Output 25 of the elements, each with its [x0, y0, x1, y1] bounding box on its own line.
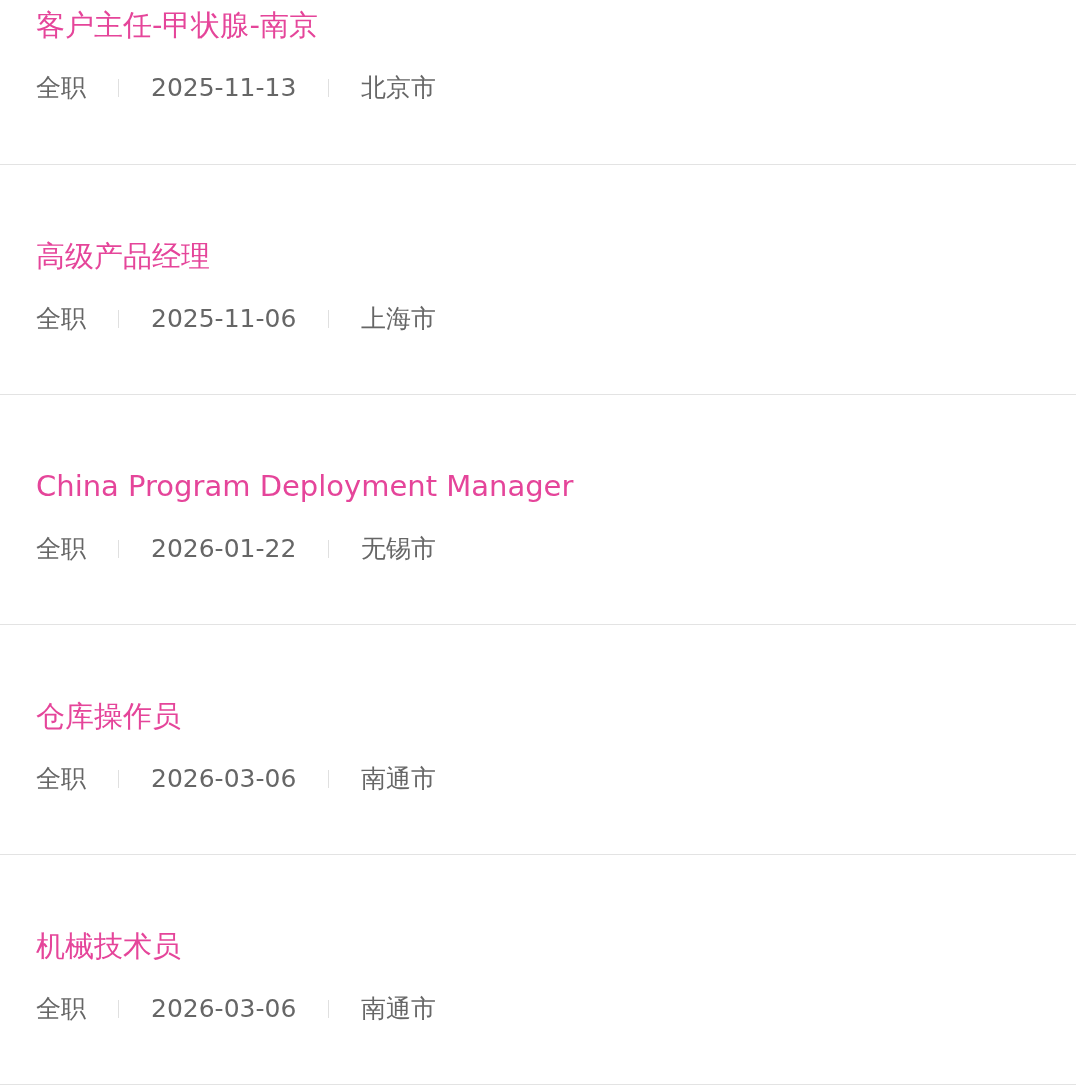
job-location: 南通市 [361, 763, 437, 795]
job-type: 全职 [36, 72, 86, 104]
post-date: 2026-03-06 [151, 763, 297, 795]
job-title-link[interactable]: China Program Deployment Manager [36, 467, 574, 505]
job-location: 南通市 [361, 993, 437, 1025]
job-type: 全职 [36, 303, 86, 335]
job-card[interactable]: 高级产品经理 全职 2025-11-06 上海市 [0, 165, 1076, 395]
job-card[interactable]: China Program Deployment Manager 全职 2026-01-22 无锡市 [0, 395, 1076, 625]
post-date: 2025-11-06 [151, 303, 297, 335]
job-location: 北京市 [361, 72, 437, 104]
job-type: 全职 [36, 993, 86, 1025]
job-title-link[interactable]: 客户主任-甲状腺-南京 [36, 6, 318, 44]
job-title-link[interactable]: 仓库操作员 [36, 697, 181, 735]
post-date: 2026-03-06 [151, 993, 297, 1025]
job-location: 上海市 [361, 303, 437, 335]
job-type: 全职 [36, 763, 86, 795]
job-card[interactable]: 仓库操作员 全职 2026-03-06 南通市 [0, 625, 1076, 855]
job-title-link[interactable]: 机械技术员 [36, 927, 181, 965]
job-location: 无锡市 [361, 533, 437, 565]
job-type: 全职 [36, 533, 86, 565]
post-date: 2025-11-13 [151, 72, 297, 104]
job-card[interactable]: 客户主任-甲状腺-南京 全职 2025-11-13 北京市 [0, 0, 1076, 165]
job-card[interactable]: 机械技术员 全职 2026-03-06 南通市 [0, 855, 1076, 1085]
post-date: 2026-01-22 [151, 533, 297, 565]
job-title-link[interactable]: 高级产品经理 [36, 237, 210, 275]
